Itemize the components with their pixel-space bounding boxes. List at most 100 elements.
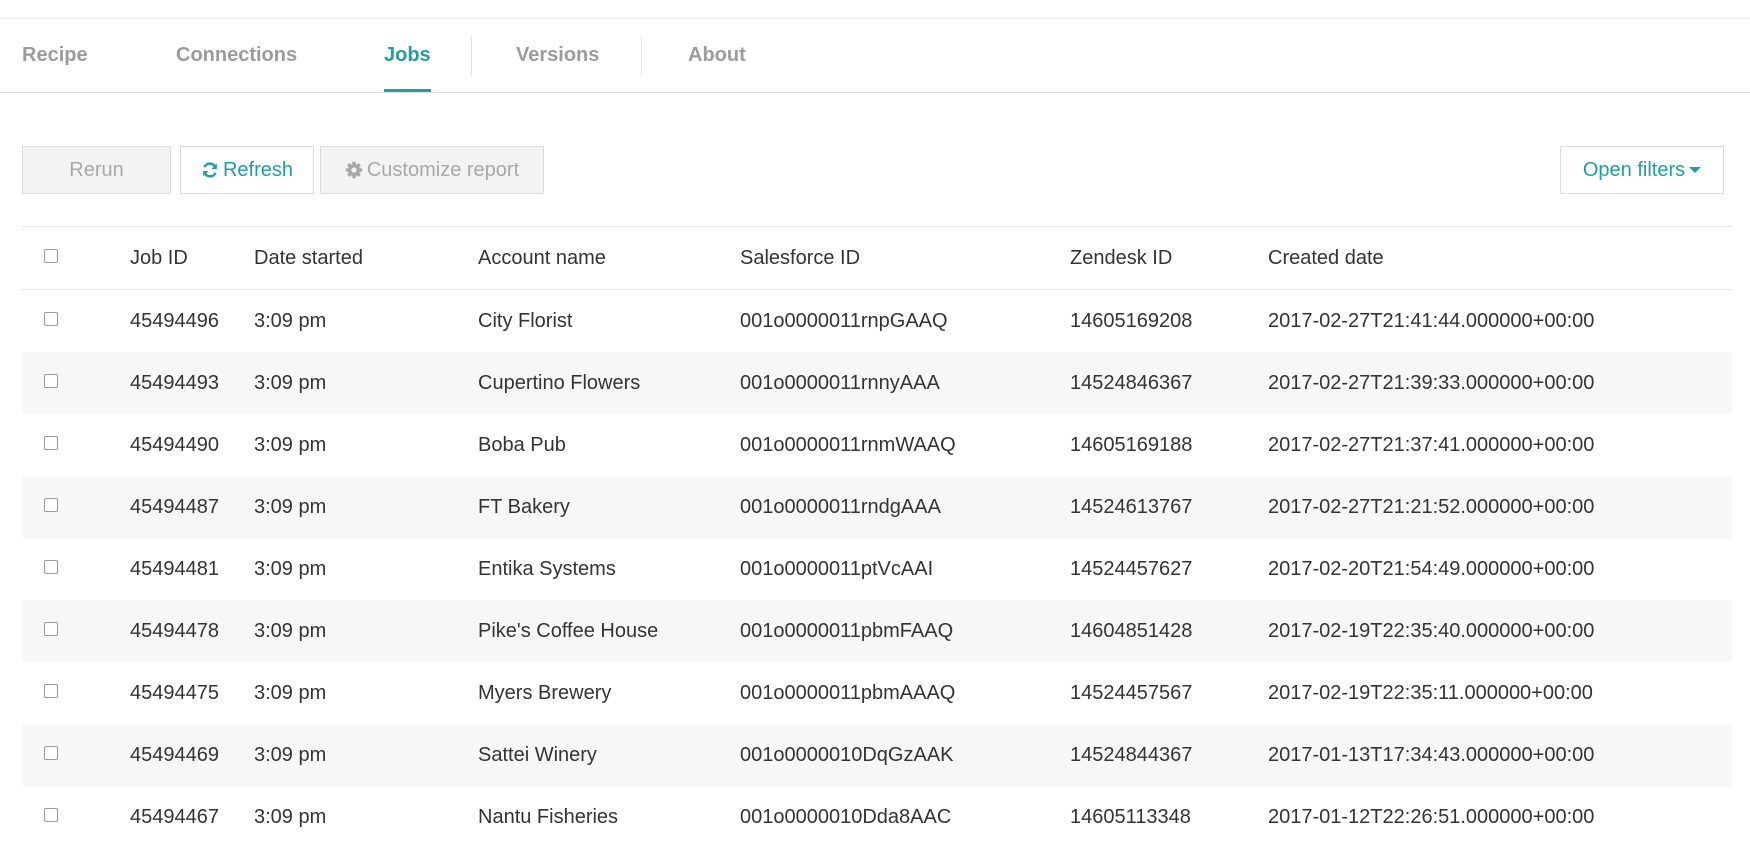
refresh-icon — [201, 161, 219, 179]
job-id-cell: 45494475 — [130, 682, 219, 704]
row-checkbox[interactable] — [44, 498, 58, 512]
customize-report-button[interactable]: Customize report — [320, 146, 544, 194]
created-date-cell: 2017-01-13T17:34:43.000000+00:00 — [1268, 744, 1595, 766]
job-id-cell: 45494490 — [130, 434, 219, 456]
table-row[interactable]: 45494493 3:09 pm Cupertino Flowers 001o0… — [22, 352, 1732, 414]
job-id-cell: 45494467 — [130, 806, 219, 828]
account-name-cell: Nantu Fisheries — [478, 806, 619, 828]
row-checkbox[interactable] — [44, 312, 58, 326]
created-date-cell: 2017-01-12T22:26:51.000000+00:00 — [1268, 806, 1595, 828]
tab-about[interactable]: About — [688, 19, 746, 92]
date-started-cell: 3:09 pm — [254, 682, 327, 704]
job-id-cell: 45494469 — [130, 744, 219, 766]
zendesk-id-cell: 14524844367 — [1070, 744, 1193, 766]
salesforce-id-cell: 001o0000011rnpGAAQ — [740, 310, 948, 332]
date-started-cell: 3:09 pm — [254, 496, 327, 518]
select-all-checkbox[interactable] — [44, 249, 58, 263]
open-filters-label: Open filters — [1582, 158, 1686, 181]
table-row[interactable]: 45494469 3:09 pm Sattei Winery 001o00000… — [22, 724, 1732, 786]
tab-recipe[interactable]: Recipe — [22, 19, 88, 92]
job-id-cell: 45494478 — [130, 620, 219, 642]
zendesk-id-cell: 14605169188 — [1070, 434, 1193, 456]
table-row[interactable]: 45494487 3:09 pm FT Bakery 001o0000011rn… — [22, 476, 1732, 538]
table-row[interactable]: 45494481 3:09 pm Entika Systems 001o0000… — [22, 538, 1732, 600]
table-row[interactable]: 45494496 3:09 pm City Florist 001o000001… — [22, 290, 1732, 352]
column-header-account-name[interactable]: Account name — [478, 227, 606, 289]
account-name-cell: Boba Pub — [478, 434, 566, 456]
column-header-zendesk-id[interactable]: Zendesk ID — [1070, 227, 1172, 289]
row-checkbox[interactable] — [44, 436, 58, 450]
row-checkbox[interactable] — [44, 808, 58, 822]
column-header-date-started[interactable]: Date started — [254, 227, 363, 289]
refresh-button[interactable]: Refresh — [180, 146, 314, 194]
table-header-row: Job ID Date started Account name Salesfo… — [22, 227, 1732, 290]
jobs-table: Job ID Date started Account name Salesfo… — [22, 226, 1732, 848]
row-checkbox[interactable] — [44, 746, 58, 760]
refresh-button-label: Refresh — [222, 158, 294, 181]
job-id-cell: 45494493 — [130, 372, 219, 394]
zendesk-id-cell: 14605113348 — [1070, 806, 1191, 828]
zendesk-id-cell: 14524457627 — [1070, 558, 1193, 580]
created-date-cell: 2017-02-27T21:41:44.000000+00:00 — [1268, 310, 1595, 332]
account-name-cell: Pike's Coffee House — [478, 620, 659, 642]
row-checkbox[interactable] — [44, 684, 58, 698]
tab-divider — [471, 37, 472, 75]
account-name-cell: Entika Systems — [478, 558, 616, 580]
date-started-cell: 3:09 pm — [254, 434, 327, 456]
date-started-cell: 3:09 pm — [254, 372, 327, 394]
salesforce-id-cell: 001o0000011ptVcAAI — [740, 558, 934, 580]
table-row[interactable]: 45494478 3:09 pm Pike's Coffee House 001… — [22, 600, 1732, 662]
table-row[interactable]: 45494490 3:09 pm Boba Pub 001o0000011rnm… — [22, 414, 1732, 476]
salesforce-id-cell: 001o0000011pbmAAAQ — [740, 682, 956, 704]
tab-jobs[interactable]: Jobs — [384, 19, 431, 92]
date-started-cell: 3:09 pm — [254, 310, 327, 332]
created-date-cell: 2017-02-27T21:21:52.000000+00:00 — [1268, 496, 1595, 518]
gear-icon — [345, 161, 363, 179]
row-checkbox[interactable] — [44, 622, 58, 636]
customize-report-label: Customize report — [366, 158, 520, 181]
table-row[interactable]: 45494475 3:09 pm Myers Brewery 001o00000… — [22, 662, 1732, 724]
column-header-salesforce-id[interactable]: Salesforce ID — [740, 227, 860, 289]
account-name-cell: Myers Brewery — [478, 682, 612, 704]
table-row[interactable]: 45494467 3:09 pm Nantu Fisheries 001o000… — [22, 786, 1732, 848]
job-id-cell: 45494487 — [130, 496, 219, 518]
tab-connections[interactable]: Connections — [176, 19, 297, 92]
created-date-cell: 2017-02-20T21:54:49.000000+00:00 — [1268, 558, 1595, 580]
row-checkbox[interactable] — [44, 560, 58, 574]
caret-down-icon — [1689, 166, 1702, 174]
salesforce-id-cell: 001o0000011pbmFAAQ — [740, 620, 954, 642]
zendesk-id-cell: 14605169208 — [1070, 310, 1193, 332]
job-id-cell: 45494496 — [130, 310, 219, 332]
account-name-cell: FT Bakery — [478, 496, 570, 518]
account-name-cell: City Florist — [478, 310, 573, 332]
row-checkbox[interactable] — [44, 374, 58, 388]
job-id-cell: 45494481 — [130, 558, 219, 580]
created-date-cell: 2017-02-27T21:39:33.000000+00:00 — [1268, 372, 1595, 394]
date-started-cell: 3:09 pm — [254, 744, 327, 766]
date-started-cell: 3:09 pm — [254, 806, 327, 828]
salesforce-id-cell: 001o0000011rnmWAAQ — [740, 434, 956, 456]
zendesk-id-cell: 14604851428 — [1070, 620, 1193, 642]
salesforce-id-cell: 001o0000010Dda8AAC — [740, 806, 952, 828]
rerun-button[interactable]: Rerun — [22, 146, 171, 194]
date-started-cell: 3:09 pm — [254, 558, 327, 580]
zendesk-id-cell: 14524846367 — [1070, 372, 1193, 394]
date-started-cell: 3:09 pm — [254, 620, 327, 642]
account-name-cell: Cupertino Flowers — [478, 372, 641, 394]
salesforce-id-cell: 001o0000011rndgAAA — [740, 496, 941, 518]
column-header-created-date[interactable]: Created date — [1268, 227, 1384, 289]
salesforce-id-cell: 001o0000010DqGzAAK — [740, 744, 954, 766]
created-date-cell: 2017-02-19T22:35:40.000000+00:00 — [1268, 620, 1595, 642]
account-name-cell: Sattei Winery — [478, 744, 597, 766]
created-date-cell: 2017-02-19T22:35:11.000000+00:00 — [1268, 682, 1593, 704]
zendesk-id-cell: 14524613767 — [1070, 496, 1193, 518]
salesforce-id-cell: 001o0000011rnnyAAA — [740, 372, 940, 394]
open-filters-button[interactable]: Open filters — [1560, 146, 1724, 194]
rerun-button-label: Rerun — [69, 158, 124, 181]
tab-divider — [641, 37, 642, 75]
column-header-job-id[interactable]: Job ID — [130, 227, 188, 289]
tab-bar: Recipe Connections Jobs Versions About — [0, 19, 1750, 93]
zendesk-id-cell: 14524457567 — [1070, 682, 1193, 704]
created-date-cell: 2017-02-27T21:37:41.000000+00:00 — [1268, 434, 1595, 456]
tab-versions[interactable]: Versions — [516, 19, 599, 92]
